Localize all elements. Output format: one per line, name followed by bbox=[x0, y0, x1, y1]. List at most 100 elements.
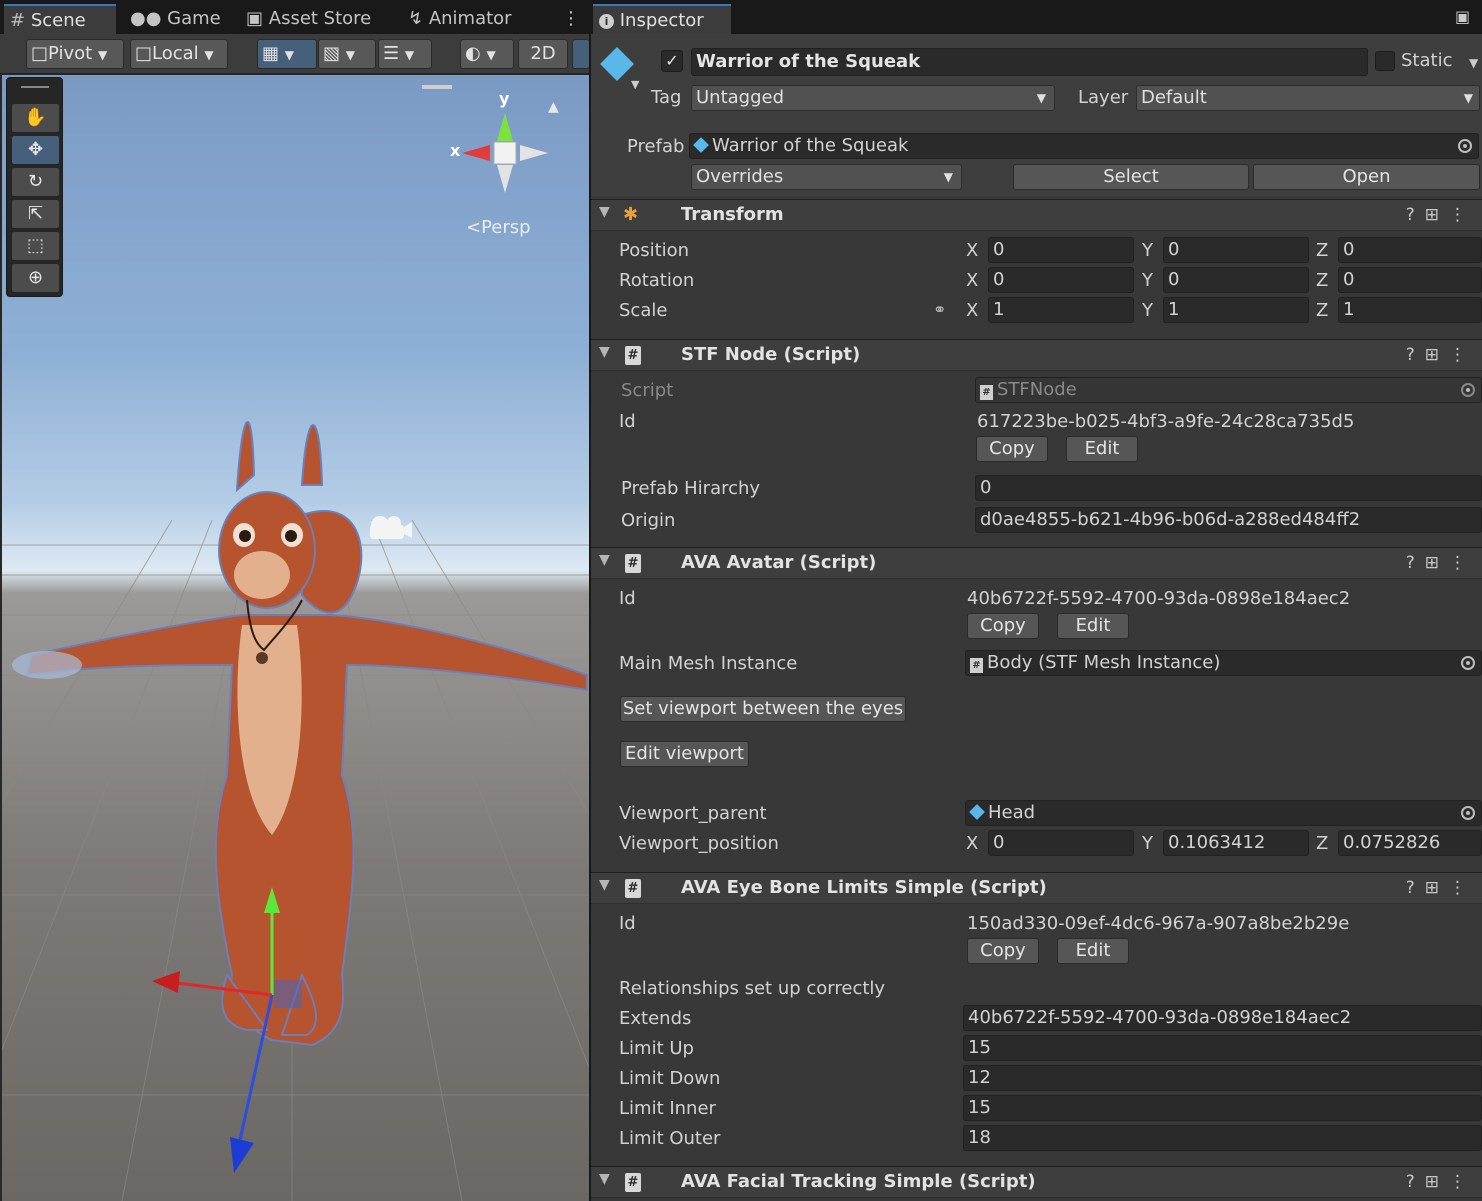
origin-field[interactable]: d0ae4855-b621-4b96-b06d-a288ed484ff2 bbox=[975, 507, 1482, 533]
layer-dropdown[interactable]: Default ▼ bbox=[1136, 85, 1480, 111]
static-checkbox[interactable] bbox=[1375, 51, 1395, 71]
scale-tool-button[interactable]: ⇱ bbox=[12, 200, 59, 228]
kebab-menu-icon[interactable]: ⋮ bbox=[1449, 878, 1476, 898]
active-checkbox[interactable]: ✓ bbox=[661, 50, 683, 72]
foldout-arrow-icon[interactable]: ▼ bbox=[599, 1171, 610, 1187]
viewport-parent-value: Head bbox=[988, 802, 1036, 823]
origin-label: Origin bbox=[621, 510, 676, 531]
kebab-menu-icon[interactable]: ⋮ bbox=[1449, 553, 1476, 573]
transform-tool-button[interactable]: ⊕ bbox=[12, 264, 59, 292]
avatar-copy-button[interactable]: Copy bbox=[967, 613, 1039, 639]
scale-y-field[interactable]: 1 bbox=[1163, 297, 1309, 323]
stf-edit-button[interactable]: Edit bbox=[1066, 436, 1138, 462]
camera-gizmo-icon bbox=[370, 516, 412, 539]
2d-toggle-button[interactable]: 2D bbox=[518, 39, 568, 69]
prefab-hirarchy-field[interactable]: 0 bbox=[975, 475, 1482, 501]
increment-snap-toggle[interactable]: ☰ ▼ bbox=[378, 39, 432, 69]
stf-copy-button[interactable]: Copy bbox=[976, 436, 1048, 462]
local-dropdown[interactable]: □Local ▼ bbox=[130, 39, 228, 69]
edit-viewport-button[interactable]: Edit viewport bbox=[620, 741, 749, 767]
overrides-label: Overrides bbox=[696, 166, 784, 187]
viewport-position-y-field[interactable]: 0.1063412 bbox=[1163, 830, 1309, 856]
constrain-proportions-icon[interactable]: ⚭ bbox=[933, 300, 946, 319]
draw-mode-dropdown[interactable]: ◐ ▼ bbox=[460, 39, 514, 69]
ava-avatar-header[interactable]: ▼ # AVA Avatar (Script) ?⊞⋮ bbox=[591, 547, 1482, 579]
position-z-field[interactable]: 0 bbox=[1338, 237, 1482, 263]
rotate-tool-button[interactable]: ↻ bbox=[12, 168, 59, 196]
perspective-icon: < bbox=[466, 217, 482, 238]
viewport-position-x-field[interactable]: 0 bbox=[988, 830, 1134, 856]
avatar-edit-button[interactable]: Edit bbox=[1057, 613, 1129, 639]
overrides-dropdown[interactable]: Overrides ▼ bbox=[691, 164, 962, 190]
tab-asset-store[interactable]: ▣ Asset Store bbox=[240, 4, 390, 34]
preset-icon[interactable]: ⊞ bbox=[1425, 205, 1449, 225]
static-dropdown-icon[interactable]: ▼ bbox=[1469, 56, 1478, 70]
ava-eye-header[interactable]: ▼ # AVA Eye Bone Limits Simple (Script) … bbox=[591, 872, 1482, 904]
prefab-select-button[interactable]: Select bbox=[1013, 164, 1249, 190]
limit-up-field[interactable]: 15 bbox=[963, 1035, 1482, 1061]
eye-copy-button[interactable]: Copy bbox=[967, 938, 1039, 964]
tab-game[interactable]: ●● Game bbox=[124, 4, 236, 34]
limit-outer-field[interactable]: 18 bbox=[963, 1125, 1482, 1151]
kebab-menu-icon[interactable]: ⋮ bbox=[1449, 345, 1476, 365]
pivot-dropdown[interactable]: □Pivot ▼ bbox=[26, 39, 124, 69]
eye-edit-button[interactable]: Edit bbox=[1057, 938, 1129, 964]
rotation-y-field[interactable]: 0 bbox=[1163, 267, 1309, 293]
lighting-toggle[interactable] bbox=[572, 39, 589, 69]
transform-header[interactable]: ▼ ✱ Transform ?⊞⋮ bbox=[591, 199, 1482, 231]
position-x-field[interactable]: 0 bbox=[988, 237, 1134, 263]
foldout-arrow-icon[interactable]: ▼ bbox=[599, 204, 610, 220]
tag-value: Untagged bbox=[696, 87, 785, 108]
preset-icon[interactable]: ⊞ bbox=[1425, 1172, 1449, 1192]
tab-scene[interactable]: # Scene bbox=[4, 4, 116, 34]
scale-z-field[interactable]: 1 bbox=[1338, 297, 1482, 323]
ava-facial-header[interactable]: ▼ # AVA Facial Tracking Simple (Script) … bbox=[591, 1166, 1482, 1198]
object-picker-icon[interactable] bbox=[1461, 656, 1475, 670]
drag-handle-icon[interactable] bbox=[422, 85, 452, 89]
tab-animator[interactable]: ↯ Animator bbox=[402, 4, 542, 34]
extends-field[interactable]: 40b6722f-5592-4700-93da-0898e184aec2 bbox=[963, 1005, 1482, 1031]
tag-dropdown[interactable]: Untagged ▼ bbox=[691, 85, 1055, 111]
foldout-arrow-icon[interactable]: ▼ bbox=[599, 344, 610, 360]
foldout-arrow-icon[interactable]: ▼ bbox=[599, 877, 610, 893]
object-picker-icon[interactable] bbox=[1461, 806, 1475, 820]
more-menu-icon[interactable]: ⋮ bbox=[562, 8, 580, 29]
scale-x-field[interactable]: 1 bbox=[988, 297, 1134, 323]
help-icon[interactable]: ? bbox=[1406, 1172, 1425, 1192]
grid-snap-toggle[interactable]: ▦ ▼ bbox=[257, 39, 317, 69]
toolstrip-handle-icon[interactable] bbox=[21, 86, 49, 88]
kebab-menu-icon[interactable]: ⋮ bbox=[1449, 205, 1476, 225]
prefab-open-button[interactable]: Open bbox=[1253, 164, 1480, 190]
object-name-field[interactable]: Warrior of the Squeak bbox=[691, 48, 1368, 76]
scene-viewport[interactable]: ▲ y x <Persp bbox=[2, 75, 589, 1201]
lock-icon[interactable]: ▣ bbox=[1455, 7, 1470, 26]
help-icon[interactable]: ? bbox=[1406, 553, 1425, 573]
set-viewport-button[interactable]: Set viewport between the eyes bbox=[620, 696, 906, 722]
foldout-arrow-icon[interactable]: ▼ bbox=[599, 552, 610, 568]
limit-down-field[interactable]: 12 bbox=[963, 1065, 1482, 1091]
rect-tool-button[interactable]: ⬚ bbox=[12, 232, 59, 260]
kebab-menu-icon[interactable]: ⋮ bbox=[1449, 1172, 1476, 1192]
position-y-field[interactable]: 0 bbox=[1163, 237, 1309, 263]
help-icon[interactable]: ? bbox=[1406, 878, 1425, 898]
preset-icon[interactable]: ⊞ bbox=[1425, 878, 1449, 898]
main-mesh-field[interactable]: # Body (STF Mesh Instance) bbox=[965, 650, 1482, 676]
stf-node-header[interactable]: ▼ # STF Node (Script) ?⊞⋮ bbox=[591, 339, 1482, 371]
limit-inner-field[interactable]: 15 bbox=[963, 1095, 1482, 1121]
help-icon[interactable]: ? bbox=[1406, 345, 1425, 365]
tab-inspector[interactable]: i Inspector bbox=[593, 4, 731, 34]
viewport-position-z-field[interactable]: 0.0752826 bbox=[1338, 830, 1482, 856]
move-tool-button[interactable]: ✥ bbox=[12, 136, 59, 164]
help-icon[interactable]: ? bbox=[1406, 205, 1425, 225]
grid-visibility-toggle[interactable]: ▧ ▼ bbox=[318, 39, 376, 69]
preset-icon[interactable]: ⊞ bbox=[1425, 345, 1449, 365]
preset-icon[interactable]: ⊞ bbox=[1425, 553, 1449, 573]
rotation-z-field[interactable]: 0 bbox=[1338, 267, 1482, 293]
rotation-x-field[interactable]: 0 bbox=[988, 267, 1134, 293]
object-picker-icon[interactable] bbox=[1458, 139, 1472, 153]
hand-tool-button[interactable]: ✋ bbox=[12, 104, 59, 132]
viewport-parent-field[interactable]: Head bbox=[965, 800, 1482, 826]
chevron-down-icon[interactable]: ▼ bbox=[631, 78, 639, 91]
prefab-field[interactable]: Warrior of the Squeak bbox=[689, 133, 1479, 159]
projection-toggle[interactable]: <Persp bbox=[466, 217, 531, 238]
